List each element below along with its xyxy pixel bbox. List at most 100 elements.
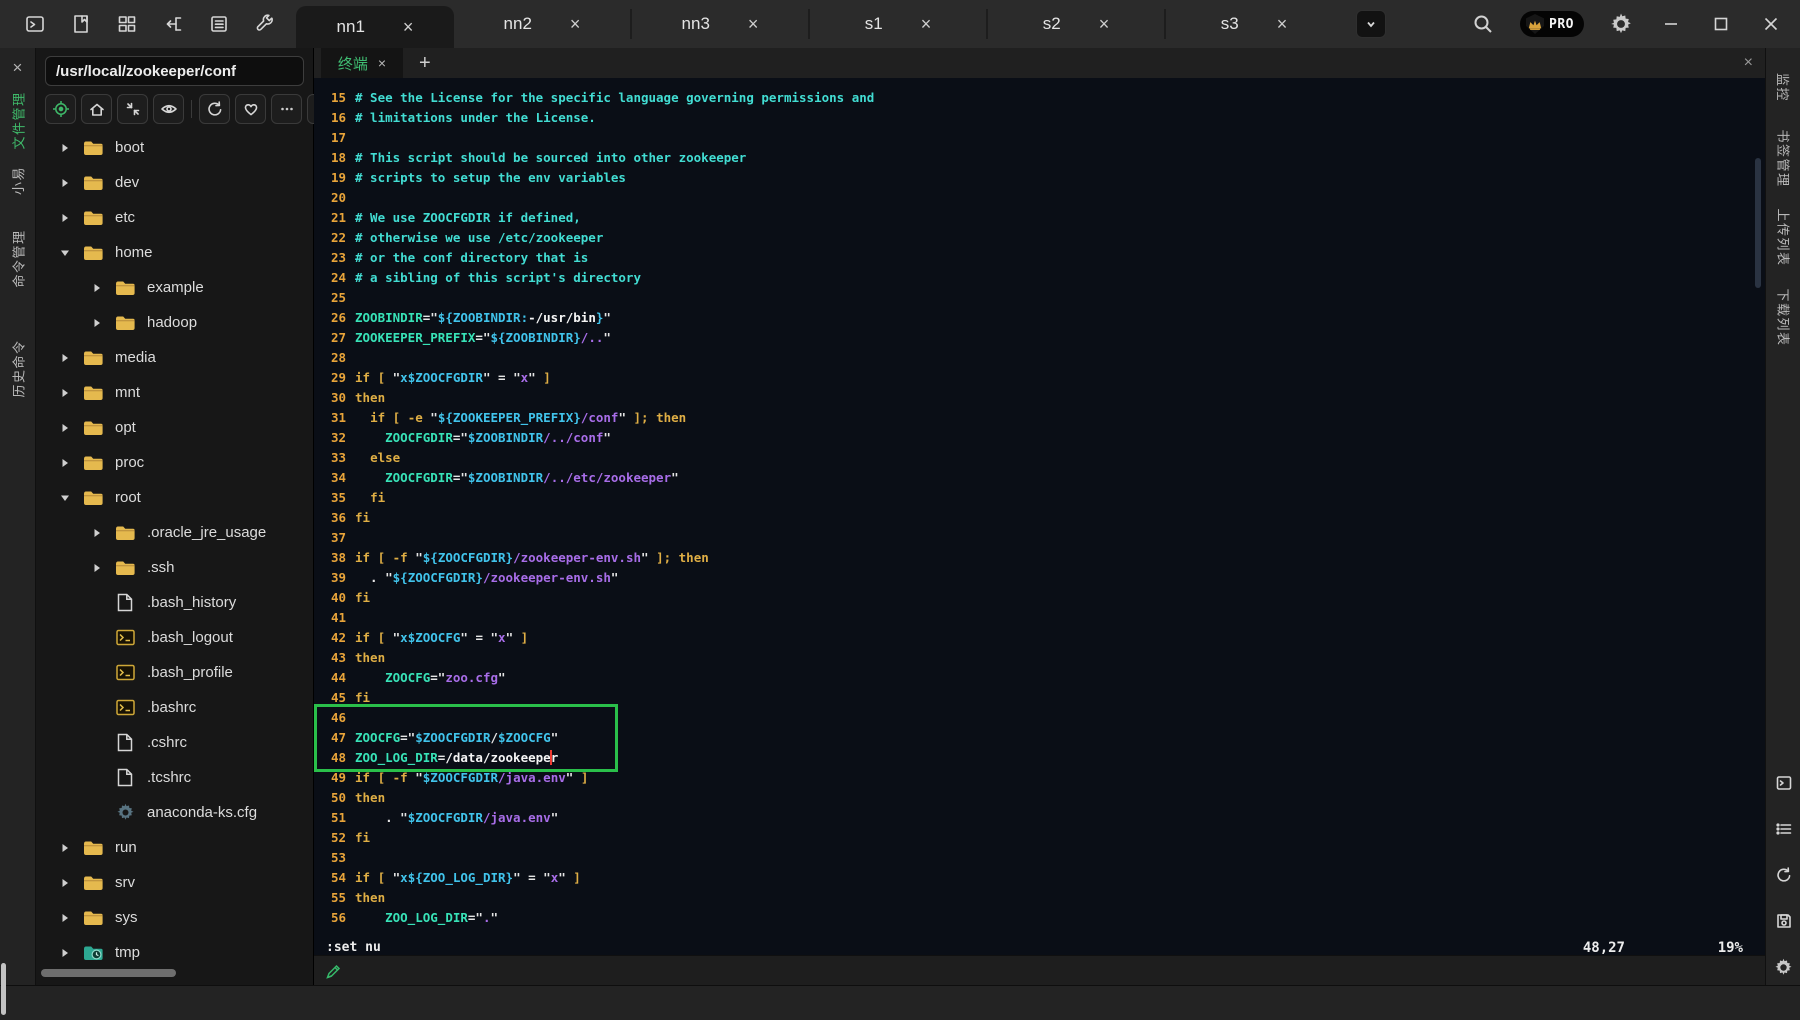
- eye-button[interactable]: [153, 94, 184, 124]
- chevron-right-icon[interactable]: [91, 528, 103, 538]
- tree-item-.bashrc[interactable]: .bashrc: [45, 690, 304, 725]
- tools-icon[interactable]: [252, 11, 278, 37]
- chevron-down-icon[interactable]: [59, 248, 71, 258]
- tree-item-sys[interactable]: sys: [45, 900, 304, 935]
- tree-item-.cshrc[interactable]: .cshrc: [45, 725, 304, 760]
- left-rail-item-1[interactable]: 文件管理: [0, 112, 35, 128]
- chevron-right-icon[interactable]: [91, 563, 103, 573]
- tree-item-boot[interactable]: boot: [45, 130, 304, 165]
- chevron-right-icon[interactable]: [59, 878, 71, 888]
- refresh-button[interactable]: [199, 94, 230, 124]
- tree-item-media[interactable]: media: [45, 340, 304, 375]
- collapse-button[interactable]: [117, 94, 148, 124]
- left-rail-item-2[interactable]: 小易: [0, 172, 35, 188]
- tree-item-.ssh[interactable]: .ssh: [45, 550, 304, 585]
- search-icon[interactable]: [1470, 11, 1496, 37]
- tree-item-.bash_history[interactable]: .bash_history: [45, 585, 304, 620]
- tree-item-dev[interactable]: dev: [45, 165, 304, 200]
- chevron-right-icon[interactable]: [59, 458, 71, 468]
- tree-item-example[interactable]: example: [45, 270, 304, 305]
- pen-icon[interactable]: [324, 961, 344, 981]
- window-maximize-button[interactable]: [1708, 11, 1734, 37]
- line-number: 40: [322, 588, 346, 608]
- tree-item-opt[interactable]: opt: [45, 410, 304, 445]
- chevron-right-icon[interactable]: [59, 843, 71, 853]
- right-rail-item-1[interactable]: 监控: [1766, 79, 1800, 95]
- new-terminal-tab-button[interactable]: +: [419, 53, 431, 73]
- vim-editor[interactable]: 15# See the License for the specific lan…: [314, 78, 1765, 955]
- chevron-down-icon[interactable]: [59, 493, 71, 503]
- tree-item-root[interactable]: root: [45, 480, 304, 515]
- chevron-right-icon[interactable]: [59, 213, 71, 223]
- pro-badge[interactable]: PRO: [1520, 11, 1584, 37]
- terminal-tab[interactable]: 终端 ×: [321, 48, 403, 78]
- chevron-right-icon[interactable]: [59, 178, 71, 188]
- left-rail-scrollbar[interactable]: [1, 963, 6, 1015]
- settings-gear-icon[interactable]: [1608, 11, 1634, 37]
- line-number: 30: [322, 388, 346, 408]
- tree-item-srv[interactable]: srv: [45, 865, 304, 900]
- left-rail-item-4[interactable]: 历史命令: [0, 360, 35, 376]
- sync-icon[interactable]: [1774, 865, 1794, 885]
- right-sidebar-rail: 监控书签管理上传列表下载列表: [1765, 48, 1800, 985]
- terminal-panel-close-icon[interactable]: ×: [1744, 54, 1753, 72]
- home-button[interactable]: [81, 94, 112, 124]
- tree-item-anaconda-ks.cfg[interactable]: anaconda-ks.cfg: [45, 795, 304, 830]
- left-rail-item-3[interactable]: 命令管理: [0, 250, 35, 266]
- new-session-icon[interactable]: [68, 11, 94, 37]
- path-input[interactable]: [45, 56, 304, 86]
- session-tab-close-icon[interactable]: ×: [570, 15, 581, 33]
- sidebar-close-icon[interactable]: ×: [0, 58, 35, 78]
- tree-item-mnt[interactable]: mnt: [45, 375, 304, 410]
- tree-item-home[interactable]: home: [45, 235, 304, 270]
- tree-item-.oracle_jre_usage[interactable]: .oracle_jre_usage: [45, 515, 304, 550]
- session-tab-nn3[interactable]: nn3×: [632, 0, 808, 48]
- tree-item-etc[interactable]: etc: [45, 200, 304, 235]
- terminal-icon[interactable]: [22, 11, 48, 37]
- right-rail-item-4[interactable]: 下载列表: [1766, 309, 1800, 325]
- chevron-right-icon[interactable]: [91, 318, 103, 328]
- session-tab-close-icon[interactable]: ×: [403, 18, 414, 36]
- session-tab-close-icon[interactable]: ×: [1099, 15, 1110, 33]
- chevron-right-icon[interactable]: [59, 423, 71, 433]
- tree-item-.bash_logout[interactable]: .bash_logout: [45, 620, 304, 655]
- server-list-icon[interactable]: [206, 11, 232, 37]
- terminal-box-icon[interactable]: [1774, 773, 1794, 793]
- session-tab-close-icon[interactable]: ×: [921, 15, 932, 33]
- layout-icon[interactable]: [114, 11, 140, 37]
- window-close-button[interactable]: [1758, 11, 1784, 37]
- editor-vscrollbar[interactable]: [1755, 158, 1761, 288]
- tree-item-proc[interactable]: proc: [45, 445, 304, 480]
- session-tab-s3[interactable]: s3×: [1166, 0, 1342, 48]
- terminal-tab-close-icon[interactable]: ×: [378, 55, 386, 71]
- tree-item-.tcshrc[interactable]: .tcshrc: [45, 760, 304, 795]
- more-button[interactable]: [271, 94, 302, 124]
- chevron-right-icon[interactable]: [91, 283, 103, 293]
- locate-button[interactable]: [45, 94, 76, 124]
- heart-button[interactable]: [235, 94, 266, 124]
- session-tab-nn2[interactable]: nn2×: [454, 0, 630, 48]
- task-list-icon[interactable]: [1774, 819, 1794, 839]
- session-tab-s2[interactable]: s2×: [988, 0, 1164, 48]
- session-tab-close-icon[interactable]: ×: [748, 15, 759, 33]
- session-tab-nn1[interactable]: nn1×: [296, 6, 454, 48]
- tree-item-.bash_profile[interactable]: .bash_profile: [45, 655, 304, 690]
- chevron-right-icon[interactable]: [59, 353, 71, 363]
- chevron-right-icon[interactable]: [59, 913, 71, 923]
- chevron-right-icon[interactable]: [59, 948, 71, 958]
- more-tabs-dropdown-button[interactable]: [1356, 10, 1386, 38]
- session-tab-s1[interactable]: s1×: [810, 0, 986, 48]
- chevron-right-icon[interactable]: [59, 388, 71, 398]
- right-rail-item-3[interactable]: 上传列表: [1766, 229, 1800, 245]
- gear-icon[interactable]: [1774, 957, 1794, 977]
- tree-item-run[interactable]: run: [45, 830, 304, 865]
- file-tree-hscrollbar[interactable]: [41, 969, 176, 977]
- right-rail-item-2[interactable]: 书签管理: [1766, 150, 1800, 166]
- tree-item-hadoop[interactable]: hadoop: [45, 305, 304, 340]
- session-tab-close-icon[interactable]: ×: [1277, 15, 1288, 33]
- chevron-right-icon[interactable]: [59, 143, 71, 153]
- save-icon[interactable]: [1774, 911, 1794, 931]
- connections-icon[interactable]: [160, 11, 186, 37]
- window-minimize-button[interactable]: [1658, 11, 1684, 37]
- tree-item-tmp[interactable]: tmp: [45, 935, 304, 970]
